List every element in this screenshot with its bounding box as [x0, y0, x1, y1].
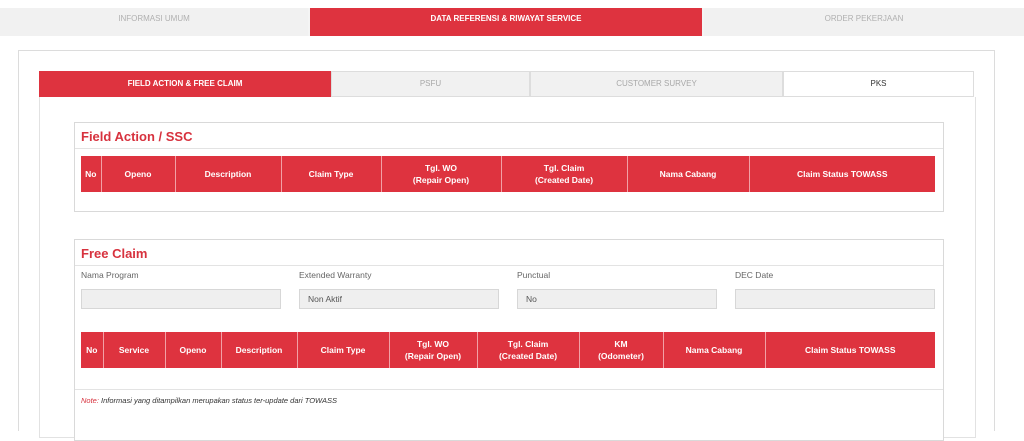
column-header[interactable]: Claim Status TOWASS	[765, 332, 935, 368]
free-claim-fields: Nama Program Extended Warranty Non Aktif…	[81, 270, 937, 314]
field-action-section: Field Action / SSC No Openo Description …	[74, 122, 944, 212]
tab-data-referensi[interactable]: DATA REFERENSI & RIWAYAT SERVICE	[310, 8, 702, 36]
field-punctual: Punctual No	[517, 270, 717, 309]
column-header[interactable]: Tgl. WO (Repair Open)	[389, 332, 478, 368]
tab-informasi-umum[interactable]: INFORMASI UMUM	[0, 8, 308, 36]
top-tab-bar: INFORMASI UMUM DATA REFERENSI & RIWAYAT …	[0, 8, 1024, 36]
column-header[interactable]: Nama Cabang	[627, 156, 750, 192]
subtab-psfu[interactable]: PSFU	[331, 71, 530, 97]
column-header[interactable]: Claim Type	[281, 156, 382, 192]
section-title: Free Claim	[75, 240, 943, 266]
column-header[interactable]: KM (Odometer)	[579, 332, 664, 368]
field-action-table: No Openo Description Claim Type Tgl. WO(…	[81, 156, 935, 192]
column-header[interactable]: Openo	[165, 332, 222, 368]
subtab-content: Field Action / SSC No Openo Description …	[39, 97, 976, 441]
column-header[interactable]: No	[81, 156, 102, 192]
section-title: Field Action / SSC	[75, 123, 943, 149]
field-dec-date: DEC Date	[735, 270, 935, 309]
column-header[interactable]: No	[81, 332, 104, 368]
subtab-customer-survey[interactable]: CUSTOMER SURVEY	[530, 71, 783, 97]
column-header[interactable]: Claim Status TOWASS	[749, 156, 935, 192]
column-header[interactable]: Openo	[101, 156, 176, 192]
column-header[interactable]: Nama Cabang	[663, 332, 766, 368]
field-extended-warranty: Extended Warranty Non Aktif	[299, 270, 499, 309]
main-panel: FIELD ACTION & FREE CLAIM PSFU CUSTOMER …	[18, 50, 995, 441]
column-header[interactable]: Tgl. Claim (Created Date)	[477, 332, 580, 368]
note-label: Note:	[81, 396, 99, 405]
field-label: Nama Program	[81, 270, 139, 280]
sub-tab-bar: FIELD ACTION & FREE CLAIM PSFU CUSTOMER …	[39, 71, 974, 97]
field-label: DEC Date	[735, 270, 774, 280]
tab-order-pekerjaan[interactable]: ORDER PEKERJAAN	[704, 8, 1024, 36]
punctual-input[interactable]: No	[517, 289, 717, 309]
field-nama-program: Nama Program	[81, 270, 281, 309]
column-header[interactable]: Service	[103, 332, 166, 368]
field-label: Extended Warranty	[299, 270, 372, 280]
column-header[interactable]: Claim Type	[297, 332, 390, 368]
column-header[interactable]: Description	[221, 332, 298, 368]
towass-note: Note: Informasi yang ditampilkan merupak…	[81, 396, 337, 405]
note-text: Informasi yang ditampilkan merupakan sta…	[101, 396, 337, 405]
subtab-field-action[interactable]: FIELD ACTION & FREE CLAIM	[39, 71, 331, 97]
free-claim-table: No Service Openo Description Claim Type …	[81, 332, 935, 368]
field-label: Punctual	[517, 270, 551, 280]
column-header[interactable]: Tgl. WO (Repair Open)	[381, 156, 502, 192]
extended-warranty-input[interactable]: Non Aktif	[299, 289, 499, 309]
column-header[interactable]: Tgl. Claim (Created Date)	[501, 156, 628, 192]
free-claim-section: Free Claim Nama Program Extended Warrant…	[74, 239, 944, 441]
divider	[75, 389, 943, 390]
subtab-pks[interactable]: PKS	[783, 71, 974, 97]
nama-program-input[interactable]	[81, 289, 281, 309]
column-header[interactable]: Description	[175, 156, 282, 192]
dec-date-input[interactable]	[735, 289, 935, 309]
